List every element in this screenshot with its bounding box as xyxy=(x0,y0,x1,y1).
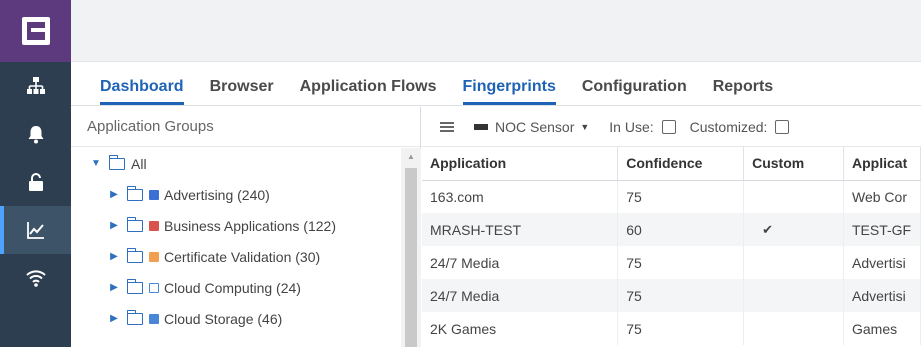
tree-node-label: Cloud Storage (46) xyxy=(164,310,283,327)
sensor-dropdown[interactable]: NOC Sensor xyxy=(495,119,574,135)
tree-node-label: Advertising (240) xyxy=(164,186,270,203)
tree-node-business-applications[interactable]: ▶ Business Applications (122) xyxy=(71,210,401,241)
cloud-computing-icon xyxy=(149,282,159,293)
main-tab-bar: Dashboard Browser Application Flows Fing… xyxy=(71,62,921,106)
cell-application-group: TEST-GF xyxy=(843,213,921,246)
cell-application: 24/7 Media xyxy=(422,279,619,312)
network-tree-icon xyxy=(26,77,45,94)
tree-node-label: All xyxy=(131,155,147,172)
tree-node-all[interactable]: ▼ All xyxy=(71,148,401,179)
folder-icon xyxy=(126,216,143,232)
folder-icon xyxy=(126,247,143,263)
chevron-right-icon[interactable]: ▶ xyxy=(107,189,121,200)
column-header-confidence[interactable]: Confidence xyxy=(617,147,745,181)
chevron-right-icon[interactable]: ▶ xyxy=(107,251,121,262)
tab-browser[interactable]: Browser xyxy=(197,78,287,105)
nav-network-button[interactable] xyxy=(0,62,71,110)
tab-configuration[interactable]: Configuration xyxy=(569,78,700,105)
cell-confidence: 75 xyxy=(617,180,745,213)
cell-application-group: Games xyxy=(843,312,921,345)
chevron-right-icon[interactable]: ▶ xyxy=(107,313,121,324)
tree-node-label: Certificate Validation (30) xyxy=(164,248,321,265)
top-header-bar xyxy=(71,0,921,62)
application-groups-panel: Application Groups ▼ All ▶ Advertising (… xyxy=(71,107,421,347)
tree-node-cloud-storage[interactable]: ▶ Cloud Storage (46) xyxy=(71,303,401,334)
customized-checkbox[interactable] xyxy=(775,119,790,134)
cell-confidence: 75 xyxy=(617,312,745,345)
column-header-custom[interactable]: Custom xyxy=(743,147,844,181)
extreme-logo-icon[interactable] xyxy=(0,0,71,62)
left-nav-rail xyxy=(0,0,71,347)
tree-node-label: Business Applications (122) xyxy=(164,217,336,234)
tab-fingerprints[interactable]: Fingerprints xyxy=(450,78,569,105)
folder-icon xyxy=(126,309,143,325)
cell-application: 2K Games xyxy=(422,312,619,345)
nav-alarms-button[interactable] xyxy=(0,110,71,158)
cell-application: MRASH-TEST xyxy=(422,213,619,246)
business-icon xyxy=(149,220,159,231)
table-row[interactable]: 24/7 Media 75 Advertisi xyxy=(422,279,921,312)
table-row[interactable]: MRASH-TEST 60 ✔ TEST-GF xyxy=(422,213,921,246)
table-row[interactable]: 163.com 75 Web Cor xyxy=(422,180,921,213)
analytics-chart-icon xyxy=(26,222,44,239)
cell-custom xyxy=(743,312,844,345)
cell-confidence: 75 xyxy=(617,246,745,279)
customized-label: Customized: xyxy=(689,118,768,135)
advertising-icon xyxy=(149,189,159,200)
cell-custom: ✔ xyxy=(743,213,844,246)
table-header-row: Application Confidence Custom Applicat xyxy=(422,147,921,181)
fingerprints-table: Application Confidence Custom Applicat 1… xyxy=(422,147,921,345)
caret-down-icon[interactable]: ▼ xyxy=(580,122,589,132)
unlock-icon xyxy=(28,173,43,191)
table-row[interactable]: 2K Games 75 Games xyxy=(422,312,921,345)
in-use-label: In Use: xyxy=(609,118,654,135)
tree-node-cloud-computing[interactable]: ▶ Cloud Computing (24) xyxy=(71,272,401,303)
cloud-storage-icon xyxy=(149,313,159,324)
hamburger-menu-icon[interactable] xyxy=(440,121,454,132)
folder-open-icon xyxy=(108,154,125,170)
bell-icon xyxy=(28,126,43,144)
wifi-icon xyxy=(25,270,46,287)
chevron-right-icon[interactable]: ▶ xyxy=(107,282,121,293)
tab-dashboard[interactable]: Dashboard xyxy=(87,78,197,105)
nav-wireless-button[interactable] xyxy=(0,254,71,302)
cell-confidence: 75 xyxy=(617,279,745,312)
scroll-up-icon[interactable]: ▲ xyxy=(401,148,421,164)
cell-confidence: 60 xyxy=(617,213,745,246)
cell-application: 24/7 Media xyxy=(422,246,619,279)
certificate-icon xyxy=(149,251,159,262)
in-use-checkbox[interactable] xyxy=(661,119,676,134)
table-row[interactable]: 24/7 Media 75 Advertisi xyxy=(422,246,921,279)
nav-analytics-button[interactable] xyxy=(0,206,71,254)
nav-security-button[interactable] xyxy=(0,158,71,206)
application-groups-tree: ▼ All ▶ Advertising (240) ▶ Business App… xyxy=(71,148,401,347)
cell-custom xyxy=(743,180,844,213)
tab-application-flows[interactable]: Application Flows xyxy=(287,78,450,105)
chevron-right-icon[interactable]: ▶ xyxy=(107,220,121,231)
cell-application-group: Advertisi xyxy=(843,279,921,312)
cell-application-group: Web Cor xyxy=(843,180,921,213)
fingerprints-panel: NOC Sensor ▼ In Use: Customized: Applica… xyxy=(422,107,921,347)
cell-custom xyxy=(743,279,844,312)
scrollbar-thumb[interactable] xyxy=(405,168,417,347)
cell-custom xyxy=(743,246,844,279)
tree-node-certificate-validation[interactable]: ▶ Certificate Validation (30) xyxy=(71,241,401,272)
cell-application-group: Advertisi xyxy=(843,246,921,279)
tree-scrollbar[interactable]: ▲ xyxy=(401,148,421,347)
sensor-icon xyxy=(474,123,488,130)
logo-mark xyxy=(21,17,50,45)
tree-node-advertising[interactable]: ▶ Advertising (240) xyxy=(71,179,401,210)
folder-icon xyxy=(126,278,143,294)
cell-application: 163.com xyxy=(422,180,619,213)
column-header-application-group[interactable]: Applicat xyxy=(843,147,921,181)
rail-nav xyxy=(0,62,71,302)
application-groups-header: Application Groups xyxy=(71,107,420,147)
column-header-application[interactable]: Application xyxy=(422,147,619,181)
tree-node-label: Cloud Computing (24) xyxy=(164,279,301,296)
folder-icon xyxy=(126,185,143,201)
tab-reports[interactable]: Reports xyxy=(700,78,786,105)
fingerprints-toolbar: NOC Sensor ▼ In Use: Customized: xyxy=(422,107,921,147)
chevron-down-icon[interactable]: ▼ xyxy=(89,158,103,169)
